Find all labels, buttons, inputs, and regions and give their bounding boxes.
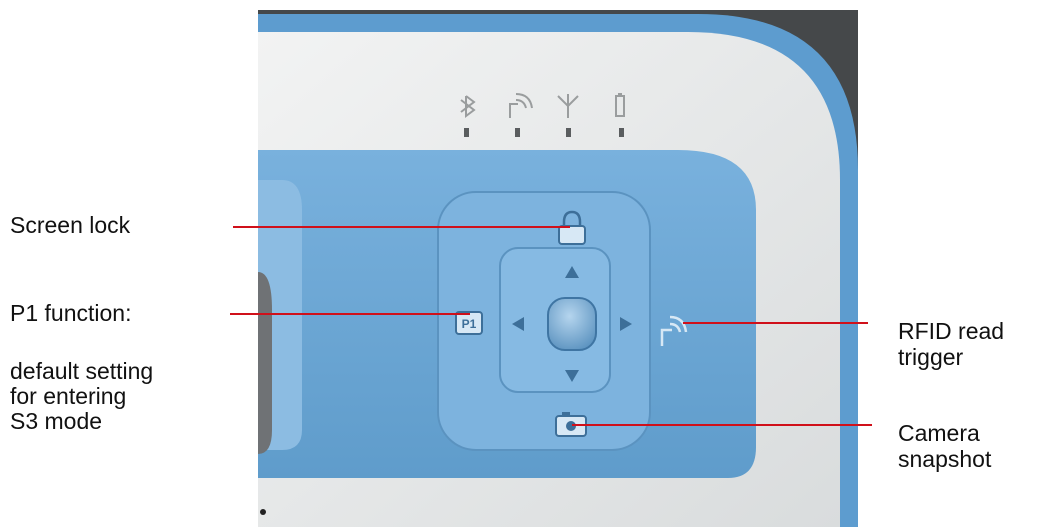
p1-desc-line-2: for entering xyxy=(10,383,127,409)
center-select-button[interactable] xyxy=(547,297,597,351)
rfid-leader xyxy=(683,322,868,324)
camera-leader xyxy=(572,424,872,426)
screen-lock-leader xyxy=(233,226,570,228)
device-illustration: P1 xyxy=(258,10,858,527)
p1-key-label: P1 xyxy=(462,317,477,331)
device-photo: P1 xyxy=(258,10,858,527)
screen-lock-label: Screen lock xyxy=(10,212,131,238)
screw-dot xyxy=(260,509,266,515)
p1-leader xyxy=(230,313,470,315)
p1-key-icon[interactable]: P1 xyxy=(455,311,483,335)
scanner-lens xyxy=(258,272,272,454)
led-antenna xyxy=(566,128,571,137)
p1-function-title: P1 function: xyxy=(10,300,132,326)
rfid-label-line-2: trigger xyxy=(898,344,964,370)
camera-label-line-2: snapshot xyxy=(898,446,992,472)
camera-label-line-1: Camera xyxy=(898,420,980,446)
led-bluetooth xyxy=(464,128,469,137)
p1-desc-line-1: default setting xyxy=(10,358,154,384)
p1-desc-line-3: S3 mode xyxy=(10,408,103,434)
led-battery xyxy=(619,128,624,137)
led-rfid xyxy=(515,128,520,137)
rfid-label-line-1: RFID read xyxy=(898,318,1005,344)
